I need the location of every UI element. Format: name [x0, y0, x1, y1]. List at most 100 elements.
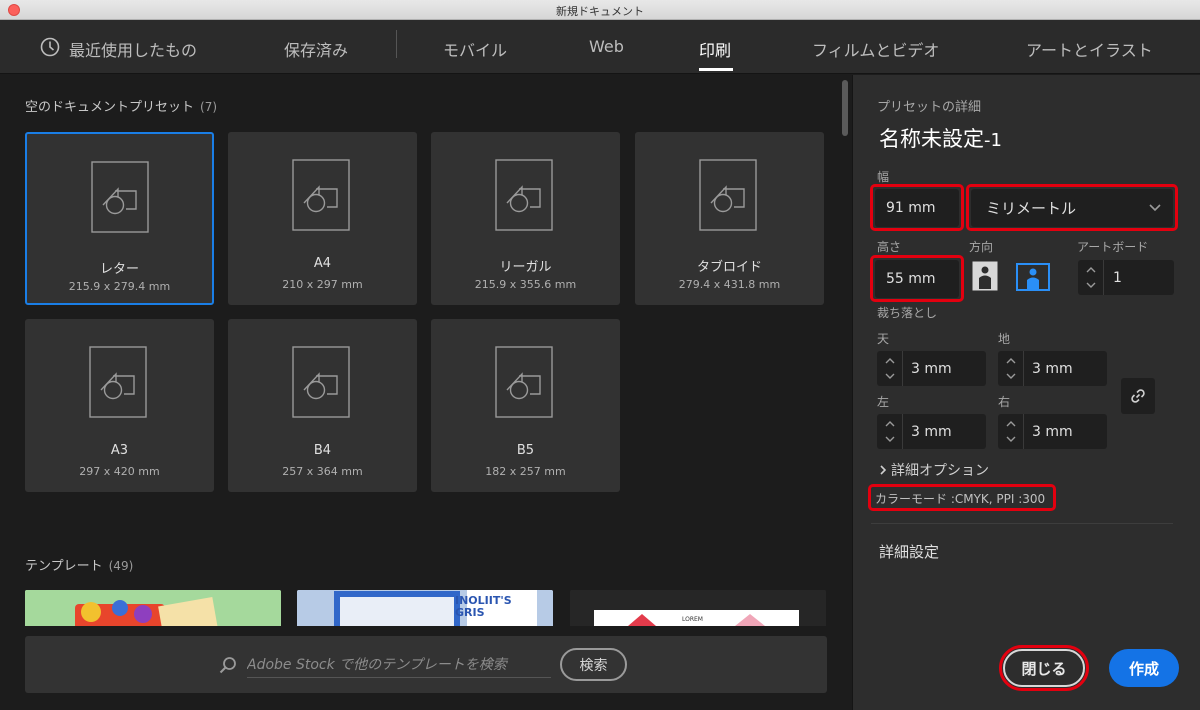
chevron-up-icon[interactable] [1006, 358, 1016, 364]
clock-icon [40, 37, 60, 57]
preset-size: 215.9 x 279.4 mm [68, 280, 171, 293]
chevron-up-icon[interactable] [1006, 421, 1016, 427]
chevron-down-icon[interactable] [885, 373, 895, 379]
preset-name: レター [99, 262, 139, 277]
template-thumbnail-text: INOLIIT'S GRIS [455, 594, 512, 619]
search-button[interactable]: 検索 [560, 648, 627, 681]
divider [871, 523, 1173, 524]
stock-search-input[interactable] [247, 652, 551, 678]
templates-heading: テンプレート (49) [25, 555, 133, 574]
preset-size: 215.9 x 355.6 mm [474, 278, 577, 291]
preset-name: タブロイド [696, 260, 762, 275]
preset-card-a4[interactable]: A4 210 x 297 mm [228, 132, 417, 305]
height-value: 55 mm [886, 271, 936, 287]
category-tab-bar: 最近使用したもの 保存済み モバイル Web 印刷 フィルムとビデオ アートとイ… [0, 20, 1200, 74]
bleed-left-label: 左 [877, 395, 890, 409]
chevron-down-icon[interactable] [1086, 282, 1096, 288]
create-button[interactable]: 作成 [1109, 649, 1179, 687]
bleed-right-field[interactable]: 3 mm [998, 414, 1107, 449]
close-button[interactable]: 閉じる [1003, 649, 1085, 687]
blank-presets-count: (7) [200, 100, 218, 114]
bleed-top-field[interactable]: 3 mm [877, 351, 986, 386]
unit-value: ミリメートル [986, 199, 1077, 218]
preset-card-legal[interactable]: リーガル 215.9 x 355.6 mm [431, 132, 620, 305]
bleed-left-value: 3 mm [911, 423, 952, 440]
document-preset-icon [495, 159, 553, 231]
width-field[interactable]: 91 mm [875, 189, 959, 227]
landscape-orientation-icon[interactable] [1016, 263, 1050, 291]
advanced-settings-link[interactable]: 詳細設定 [879, 541, 939, 562]
preset-size: 257 x 364 mm [282, 465, 363, 478]
bleed-label: 裁ち落とし [877, 306, 938, 320]
advanced-options-toggle[interactable]: 詳細オプション [879, 460, 989, 480]
template-thumbnail-text: LOREM [682, 616, 703, 623]
bleed-bottom-field[interactable]: 3 mm [998, 351, 1107, 386]
preset-card-a3[interactable]: A3 297 x 420 mm [25, 319, 214, 492]
chevron-up-icon[interactable] [885, 358, 895, 364]
link-icon [1131, 389, 1145, 403]
width-value: 91 mm [886, 200, 936, 216]
tab-mobile[interactable]: モバイル [443, 37, 507, 61]
preset-card-tabloid[interactable]: タブロイド 279.4 x 431.8 mm [635, 132, 824, 305]
bleed-bottom-stepper[interactable] [998, 351, 1024, 386]
chevron-up-icon[interactable] [1086, 267, 1096, 273]
document-preset-icon [292, 159, 350, 231]
bleed-bottom-value: 3 mm [1032, 360, 1073, 377]
bleed-left-stepper[interactable] [877, 414, 903, 449]
template-thumbnail-2[interactable]: INOLIIT'S GRIS [297, 590, 553, 626]
preset-size: 297 x 420 mm [79, 465, 160, 478]
template-preview-image [25, 590, 281, 626]
preset-size: 182 x 257 mm [485, 465, 566, 478]
templates-count: (49) [108, 559, 134, 573]
document-preset-icon [89, 346, 147, 418]
title-bar: 新規ドキュメント [0, 0, 1200, 20]
artboard-label: アートボード [1077, 240, 1149, 254]
chevron-down-icon [1149, 204, 1161, 212]
preset-details-heading: プリセットの詳細 [877, 100, 982, 115]
document-name-suffix: -1 [984, 130, 1002, 151]
tab-saved[interactable]: 保存済み [284, 37, 348, 61]
preset-details-panel: プリセットの詳細 名称未設定-1 幅 91 mm ミリメートル 高さ 55 mm… [852, 75, 1200, 710]
artboard-stepper[interactable] [1078, 260, 1104, 295]
height-field[interactable]: 55 mm [875, 260, 959, 298]
preset-size: 210 x 297 mm [282, 278, 363, 291]
stock-search-bar: 検索 [25, 636, 827, 693]
preset-browser: 空のドキュメントプリセット (7) レター 215.9 x 279.4 mm A4… [0, 75, 852, 710]
document-preset-icon [495, 346, 553, 418]
document-preset-icon [91, 161, 149, 233]
preset-scrollbar[interactable] [842, 80, 848, 136]
chevron-down-icon[interactable] [1006, 436, 1016, 442]
document-name[interactable]: 名称未設定-1 [879, 123, 1002, 153]
tab-art-illustration[interactable]: アートとイラスト [1026, 37, 1153, 61]
document-preset-icon [292, 346, 350, 418]
templates-title: テンプレート [25, 559, 103, 574]
preset-card-b4[interactable]: B4 257 x 364 mm [228, 319, 417, 492]
portrait-orientation-icon[interactable] [969, 261, 1001, 291]
template-thumbnail-3[interactable]: LOREM [570, 590, 826, 626]
search-icon [219, 657, 236, 674]
link-bleed-button[interactable] [1121, 378, 1155, 414]
artboard-field[interactable]: 1 [1078, 260, 1174, 295]
preset-name: A3 [110, 443, 129, 458]
advanced-options-label: 詳細オプション [891, 463, 989, 479]
preset-name: B5 [516, 443, 535, 458]
chevron-down-icon[interactable] [885, 436, 895, 442]
chevron-up-icon[interactable] [885, 421, 895, 427]
bleed-top-stepper[interactable] [877, 351, 903, 386]
preset-card-b5[interactable]: B5 182 x 257 mm [431, 319, 620, 492]
template-thumbnail-1[interactable] [25, 590, 281, 626]
color-mode-info: カラーモード :CMYK, PPI :300 [875, 492, 1046, 506]
active-tab-indicator [699, 68, 733, 71]
tab-print[interactable]: 印刷 [699, 37, 731, 61]
unit-dropdown[interactable]: ミリメートル [971, 189, 1173, 227]
chevron-down-icon[interactable] [1006, 373, 1016, 379]
tab-recent[interactable]: 最近使用したもの [69, 37, 197, 61]
tab-film-video[interactable]: フィルムとビデオ [812, 37, 939, 61]
preset-card-letter[interactable]: レター 215.9 x 279.4 mm [25, 132, 214, 305]
bleed-left-field[interactable]: 3 mm [877, 414, 986, 449]
bleed-top-value: 3 mm [911, 360, 952, 377]
new-document-dialog: 新規ドキュメント 最近使用したもの 保存済み モバイル Web 印刷 フィルムと… [0, 0, 1200, 710]
bleed-right-label: 右 [998, 395, 1011, 409]
bleed-right-stepper[interactable] [998, 414, 1024, 449]
tab-web[interactable]: Web [589, 37, 624, 56]
